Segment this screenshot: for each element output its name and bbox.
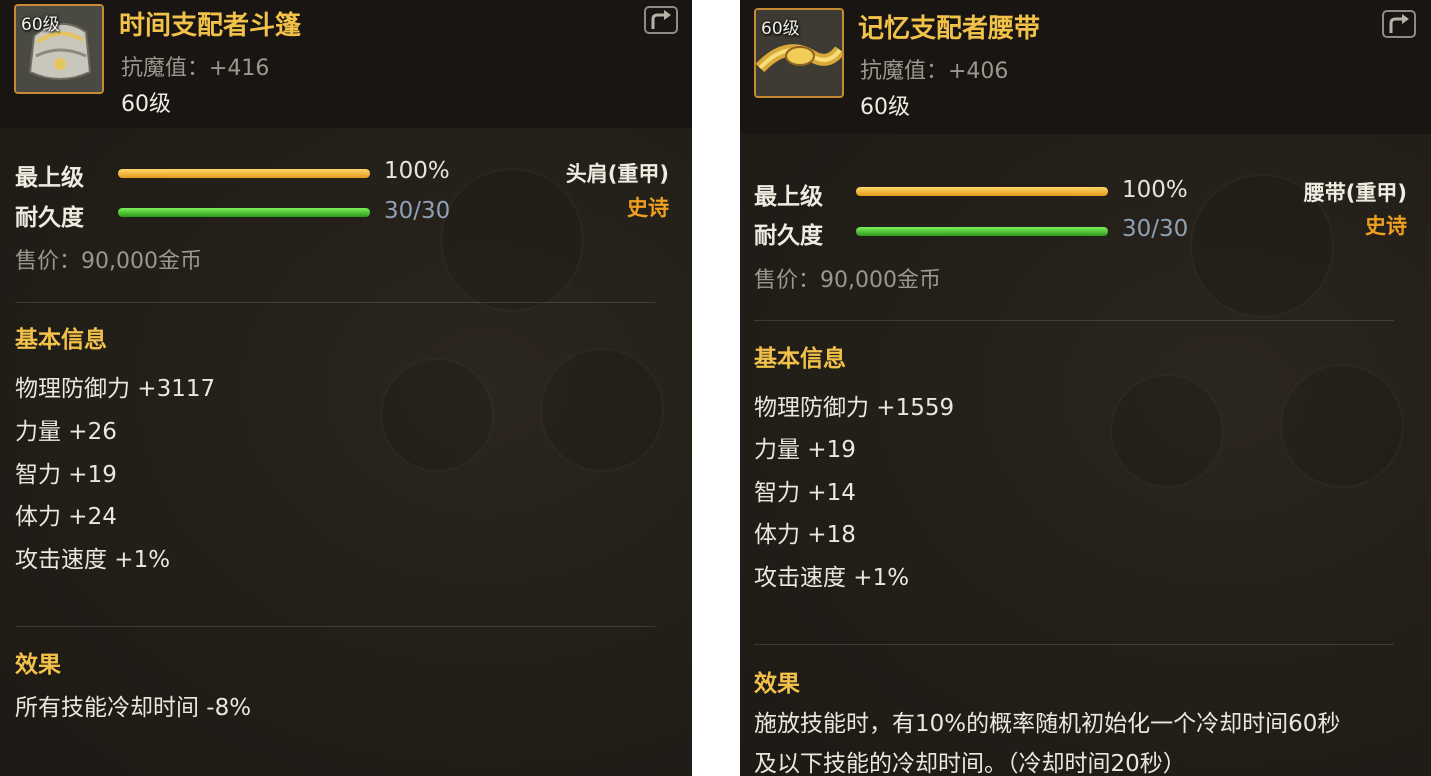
item-icon-shoulder[interactable]: 60级	[14, 4, 104, 94]
item-title: 时间支配者斗篷	[119, 11, 302, 41]
background-ornament	[540, 348, 664, 472]
sell-price: 售价：90,000金币	[754, 268, 941, 293]
stat-line: 智力 +14	[754, 480, 856, 506]
sell-price: 售价：90,000金币	[15, 249, 202, 274]
icon-level-label: 60级	[761, 19, 800, 39]
item-tooltip-left: 60级 时间支配者斗篷 抗魔值：+416 60级 最上级 100% 耐久度 30…	[0, 0, 692, 776]
stat-line: 物理防御力 +3117	[15, 376, 216, 402]
divider	[15, 302, 655, 303]
equip-type: 腰带(重甲)	[1303, 181, 1407, 205]
durability-label: 耐久度	[754, 223, 823, 249]
effect-line: 施放技能时，有10%的概率随机初始化一个冷却时间60秒	[754, 711, 1341, 737]
basic-info-title: 基本信息	[15, 327, 107, 353]
durability-value: 30/30	[1122, 216, 1189, 242]
share-button[interactable]	[1382, 10, 1416, 38]
grade-bar-fill	[118, 169, 370, 178]
item-icon-belt[interactable]: 60级	[754, 8, 844, 98]
grade-bar	[856, 187, 1108, 196]
durability-bar-fill	[856, 227, 1108, 236]
effect-line: 及以下技能的冷却时间。（冷却时间20秒）	[754, 751, 1186, 776]
stat-line: 智力 +19	[15, 462, 117, 488]
effect-line: 所有技能冷却时间 -8%	[15, 695, 252, 721]
divider	[15, 626, 655, 627]
tooltip-body	[0, 128, 692, 776]
stat-line: 体力 +24	[15, 504, 117, 530]
rarity-label: 史诗	[627, 196, 669, 220]
durability-label: 耐久度	[15, 205, 84, 231]
grade-bar	[118, 169, 370, 178]
magic-resist-value: 抗魔值：+406	[860, 59, 1009, 84]
grade-percent: 100%	[384, 158, 450, 184]
background-ornament	[380, 358, 494, 472]
icon-level-label: 60级	[21, 15, 60, 35]
equip-type: 头肩(重甲)	[565, 162, 669, 186]
durability-bar-fill	[118, 208, 370, 217]
divider	[754, 320, 1394, 321]
basic-info-title: 基本信息	[754, 346, 846, 372]
durability-value: 30/30	[384, 198, 451, 224]
stat-line: 体力 +18	[754, 522, 856, 548]
background-ornament	[440, 168, 584, 312]
grade-percent: 100%	[1122, 177, 1188, 203]
background-ornament	[1280, 364, 1404, 488]
stat-line: 攻击速度 +1%	[754, 565, 910, 591]
share-button[interactable]	[644, 6, 678, 34]
effect-title: 效果	[15, 652, 61, 678]
grade-label: 最上级	[15, 165, 84, 191]
divider	[754, 644, 1394, 645]
grade-label: 最上级	[754, 184, 823, 210]
durability-bar	[856, 227, 1108, 236]
item-title: 记忆支配者腰带	[858, 14, 1041, 44]
background-ornament	[1110, 374, 1224, 488]
required-level: 60级	[860, 95, 910, 120]
durability-bar	[118, 208, 370, 217]
stat-line: 攻击速度 +1%	[15, 547, 171, 573]
item-tooltip-right: 60级 记忆支配者腰带 抗魔值：+406 60级 最上级 100% 耐久度 30…	[740, 0, 1431, 776]
share-arrow-icon	[1389, 14, 1409, 33]
effect-title: 效果	[754, 671, 800, 697]
rarity-label: 史诗	[1365, 214, 1407, 238]
required-level: 60级	[121, 92, 171, 117]
magic-resist-value: 抗魔值：+416	[121, 56, 270, 81]
stat-line: 物理防御力 +1559	[754, 395, 955, 421]
stat-line: 力量 +26	[15, 419, 117, 445]
grade-bar-fill	[856, 187, 1108, 196]
share-arrow-icon	[651, 10, 671, 29]
stat-line: 力量 +19	[754, 437, 856, 463]
